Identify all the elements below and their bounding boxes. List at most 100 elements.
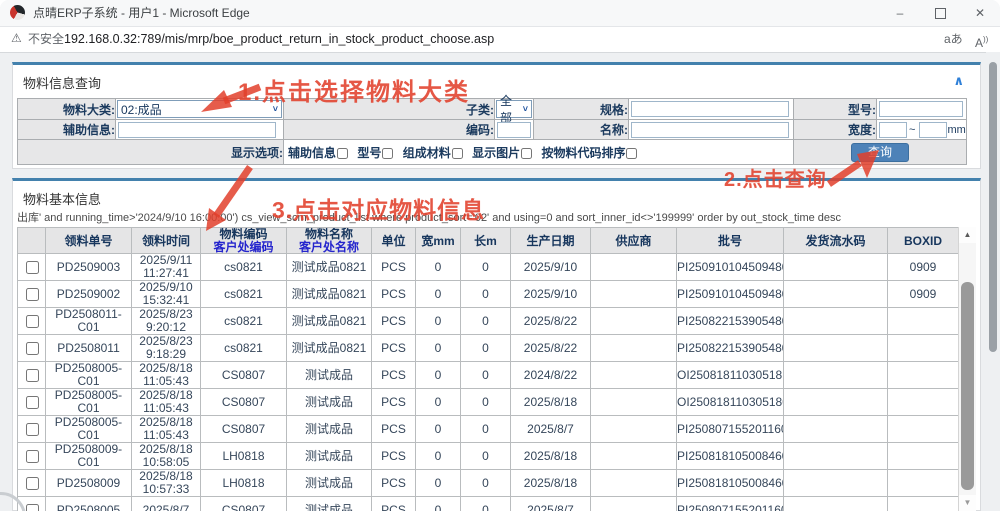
option-images-checkbox[interactable] — [521, 148, 532, 159]
row-checkbox[interactable] — [26, 369, 39, 382]
page-scrollbar-thumb[interactable] — [989, 62, 997, 352]
time-cell: 11:05:43 — [132, 429, 200, 442]
maximize-icon — [935, 8, 946, 19]
code-cell: LH0818 — [222, 476, 264, 490]
table-row[interactable]: PD2508009 2025/8/1810:57:33 LH0818 测试成品 … — [18, 470, 959, 497]
batch-cell: OI250818110305181 — [677, 368, 784, 382]
row-checkbox[interactable] — [26, 342, 39, 355]
width-cell: 0 — [435, 503, 442, 511]
time-cell: 9:20:12 — [132, 321, 200, 334]
row-checkbox[interactable] — [26, 396, 39, 409]
table-row[interactable]: PD2508009-C01 2025/8/1810:58:05 LH0818 测… — [18, 443, 959, 470]
scroll-down-icon[interactable]: ▼ — [959, 495, 976, 511]
maximize-button[interactable] — [920, 0, 960, 26]
width-cell: 0 — [435, 341, 442, 355]
length-cell: 0 — [482, 449, 489, 463]
width-cell: 0 — [435, 395, 442, 409]
col-width: 宽mm — [416, 228, 461, 254]
batch-cell: OI250818110305180 — [677, 395, 784, 409]
material-table: 领料单号 领料时间 物料编码客户处编码 物料名称客户处名称 单位 宽mm 长m … — [17, 227, 959, 511]
row-checkbox[interactable] — [26, 261, 39, 274]
url-text[interactable]: 192.168.0.32:789/mis/mrp/boe_product_ret… — [64, 27, 494, 52]
name-cell: 测试成品 — [305, 449, 353, 463]
table-row[interactable]: PD2508005-C01 2025/8/1811:05:43 CS0807 测… — [18, 416, 959, 443]
unit-cell: PCS — [381, 422, 406, 436]
aux-info-input[interactable] — [118, 122, 276, 138]
order-no-cell: PD2508009-C01 — [55, 443, 122, 470]
col-supplier: 供应商 — [591, 228, 677, 254]
display-options-label: 显示选项: — [18, 140, 284, 165]
search-button[interactable]: 查询 — [851, 143, 909, 162]
row-checkbox[interactable] — [26, 288, 39, 301]
table-row[interactable]: PD2508005-C01 2025/8/1811:05:43 CS0807 测… — [18, 362, 959, 389]
table-row[interactable]: PD2508005 2025/8/7 CS0807 测试成品 PCS 0 0 2… — [18, 497, 959, 511]
result-panel: 物料基本信息 出库' and running_time>'2024/9/10 1… — [12, 178, 981, 511]
name-cell: 测试成品0821 — [292, 314, 367, 328]
width-cell: 0 — [435, 449, 442, 463]
row-checkbox[interactable] — [26, 477, 39, 490]
col-length: 长m — [461, 228, 511, 254]
option-aux-info-checkbox[interactable] — [337, 148, 348, 159]
col-time: 领料时间 — [132, 228, 201, 254]
close-button[interactable]: ✕ — [960, 0, 1000, 26]
unit-cell: PCS — [381, 476, 406, 490]
order-no-cell: PD2508005-C01 — [55, 362, 122, 389]
width-cell: 0 — [435, 368, 442, 382]
collapse-panel-icon[interactable]: ∧ — [953, 73, 964, 89]
code-cell: CS0807 — [222, 368, 265, 382]
time-cell: 11:05:43 — [132, 402, 200, 415]
title-bar: 点晴ERP子系统 - 用户1 - Microsoft Edge – ✕ — [0, 0, 1000, 27]
length-cell: 0 — [482, 287, 489, 301]
col-code: 物料编码客户处编码 — [201, 228, 287, 254]
name-cell: 测试成品0821 — [292, 341, 367, 355]
option-sort-by-code-checkbox[interactable] — [626, 148, 637, 159]
spec-input[interactable] — [631, 101, 789, 117]
batch-cell: PI250822153905480 — [677, 314, 784, 328]
width-cell: 0 — [435, 260, 442, 274]
translate-icon[interactable]: aあ — [944, 27, 963, 52]
security-warning-label[interactable]: 不安全 — [28, 27, 64, 52]
boxid-cell: 0909 — [910, 287, 937, 301]
subcategory-select[interactable]: 全部 ˅ — [496, 100, 532, 118]
table-row[interactable]: PD2509003 2025/9/1111:27:41 cs0821 测试成品0… — [18, 254, 959, 281]
unit-cell: PCS — [381, 449, 406, 463]
width-max-input[interactable] — [919, 122, 947, 138]
order-no-cell: PD2508009 — [57, 476, 120, 490]
length-cell: 0 — [482, 260, 489, 274]
table-header: 领料单号 领料时间 物料编码客户处编码 物料名称客户处名称 单位 宽mm 长m … — [18, 228, 959, 254]
prod-date-cell: 2025/9/10 — [524, 260, 577, 274]
page-scrollbar[interactable] — [986, 52, 1000, 511]
query-panel-title: 物料信息查询 — [23, 73, 101, 92]
time-cell: 9:18:29 — [132, 348, 200, 361]
row-checkbox[interactable] — [26, 504, 39, 511]
minimize-button[interactable]: – — [880, 0, 920, 26]
table-row[interactable]: PD2508005-C01 2025/8/1811:05:43 CS0807 测… — [18, 389, 959, 416]
prod-date-cell: 2025/8/7 — [527, 503, 574, 511]
row-checkbox[interactable] — [26, 315, 39, 328]
security-warning-icon: ⚠ — [11, 31, 22, 45]
row-checkbox[interactable] — [26, 423, 39, 436]
row-checkbox[interactable] — [26, 450, 39, 463]
address-bar[interactable]: ⚠ 不安全 192.168.0.32:789/mis/mrp/boe_produ… — [0, 27, 1000, 53]
prod-date-cell: 2025/9/10 — [524, 287, 577, 301]
model-input[interactable] — [879, 101, 963, 117]
table-scrollbar-thumb[interactable] — [961, 282, 974, 490]
annotation-step2: 2.点击查询 — [724, 163, 827, 192]
option-materials-checkbox[interactable] — [452, 148, 463, 159]
table-row[interactable]: PD2509002 2025/9/1015:32:41 cs0821 测试成品0… — [18, 281, 959, 308]
model-label: 型号: — [794, 99, 877, 120]
option-model-checkbox[interactable] — [382, 148, 393, 159]
table-row[interactable]: PD2508011 2025/8/239:18:29 cs0821 测试成品08… — [18, 335, 959, 362]
table-scrollbar[interactable]: ▲ ▼ — [958, 227, 976, 511]
unit-cell: PCS — [381, 503, 406, 511]
width-min-input[interactable] — [879, 122, 907, 138]
name-cell: 测试成品 — [305, 395, 353, 409]
code-input[interactable] — [497, 122, 531, 138]
window-title: 点晴ERP子系统 - 用户1 - Microsoft Edge — [33, 0, 250, 26]
width-cell: 0 — [435, 314, 442, 328]
scroll-up-icon[interactable]: ▲ — [959, 227, 976, 243]
width-cell: 0 — [435, 287, 442, 301]
table-row[interactable]: PD2508011-C01 2025/8/239:20:12 cs0821 测试… — [18, 308, 959, 335]
col-batch: 批号 — [677, 228, 784, 254]
name-input[interactable] — [631, 122, 789, 138]
